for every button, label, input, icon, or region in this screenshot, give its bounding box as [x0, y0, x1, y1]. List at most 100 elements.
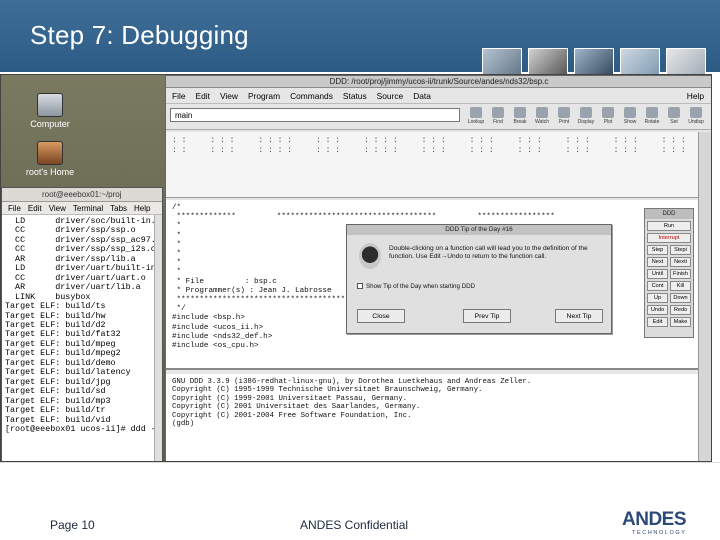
ddd-menu-data[interactable]: Data [413, 88, 431, 103]
debugger-console[interactable]: GNU DDD 3.3.9 (i386-redhat-linux-gnu), b… [166, 374, 698, 461]
tool-button-label: Break [513, 119, 527, 125]
next-tip-button[interactable]: Next Tip [555, 309, 603, 323]
tool-button-plot[interactable]: Plot [598, 106, 618, 128]
plot-icon [602, 107, 614, 118]
lookup-icon [470, 107, 482, 118]
terminal-title: root@eeebox01:~/proj [2, 188, 162, 202]
menu-view[interactable]: View [49, 202, 66, 214]
ddd-menu-commands[interactable]: Commands [290, 88, 333, 103]
tool-button-print[interactable]: Print [554, 106, 574, 128]
debug-screenshot: Computer root's Home root@eeebox01:~/pro… [0, 74, 712, 462]
cmd-button-undo[interactable]: Undo [647, 305, 668, 315]
ddd-menu-source[interactable]: Source [377, 88, 404, 103]
console-line: Copyright (C) 2001 Universitaet des Saar… [172, 403, 421, 412]
cmd-button-interrupt[interactable]: Interrupt [647, 233, 691, 243]
desktop-icon-home[interactable]: root's Home [15, 141, 85, 177]
terminal-window[interactable]: root@eeebox01:~/proj File Edit View Term… [1, 187, 163, 461]
ddd-menu-edit[interactable]: Edit [196, 88, 210, 103]
data-display[interactable]: : : : : : : : : : : : : : : : : : : : : … [166, 132, 698, 198]
ddd-menu-program[interactable]: Program [248, 88, 280, 103]
print-icon [558, 107, 570, 118]
desktop-icon-label: Computer [30, 119, 70, 129]
close-button[interactable]: Close [357, 309, 405, 323]
source-line: #include <os_cpu.h> [172, 342, 259, 351]
andes-logo: ANDES TECHNOLOGY [622, 510, 696, 538]
show-icon [624, 107, 636, 118]
tool-button-break[interactable]: Break [510, 106, 530, 128]
slide-title: Step 7: Debugging [30, 20, 249, 50]
command-tool-title: DDD [645, 209, 693, 219]
ddd-menubar: File Edit View Program Commands Status S… [166, 88, 711, 104]
desktop-icon-computer[interactable]: Computer [15, 93, 85, 129]
tool-button-label: Rotate [644, 119, 660, 125]
ddd-scrollbar[interactable] [698, 132, 711, 461]
console-line: Copyright (C) 1999-2001 Universitaet Pas… [172, 394, 408, 403]
command-tool: DDD Run Interrupt Step Stepi Next Nexti Until F… [644, 208, 694, 338]
slide: Step 7: Debugging Computer root's Home r… [0, 0, 720, 540]
cmd-button-until[interactable]: Until [647, 269, 668, 279]
menu-tabs[interactable]: Tabs [110, 202, 127, 214]
menu-edit[interactable]: Edit [28, 202, 42, 214]
cmd-button-next[interactable]: Next [647, 257, 668, 267]
data-display-line: : : : : : : : : : : : : : : : : : : : : … [172, 136, 686, 145]
terminal-output[interactable]: LD driver/soc/built-in.o CC driver/ssp/s… [2, 215, 162, 461]
cmd-button-run[interactable]: Run [647, 221, 691, 231]
logo-wordmark: ANDES [622, 509, 687, 530]
tool-button-display[interactable]: Display [576, 106, 596, 128]
cmd-button-make[interactable]: Make [670, 317, 691, 327]
tool-button-watch[interactable]: Watch [532, 106, 552, 128]
command-tool-buttons: Run Interrupt Step Stepi Next Nexti Until Finis… [645, 219, 693, 329]
page-number: Page 10 [50, 518, 95, 532]
ddd-toolbar: main Lookup Find Break Watch Print Display Plo… [166, 104, 711, 130]
ddd-window[interactable]: DDD: /root/proj/jimmy/ucos-ii/trunk/Sour… [165, 75, 711, 461]
show-tip-checkbox[interactable]: Show Tip of the Day when starting DDD [357, 283, 475, 290]
terminal-scrollbar[interactable] [154, 215, 162, 461]
tool-button-label: Plot [603, 119, 613, 125]
watch-icon [536, 107, 548, 118]
source-line: /* [172, 204, 182, 212]
cmd-button-edit[interactable]: Edit [647, 317, 668, 327]
cmd-button-finish[interactable]: Finish [670, 269, 691, 279]
cmd-button-cont[interactable]: Cont [647, 281, 668, 291]
footer-divider [0, 462, 720, 463]
menu-file[interactable]: File [8, 202, 21, 214]
tool-button-label: Display [577, 119, 595, 125]
terminal-line: [root@eeebox01 ucos-ii]# ddd --deb [5, 423, 162, 434]
tool-button-show[interactable]: Show [620, 106, 640, 128]
tip-dialog-title: DDD Tip of the Day #16 [347, 225, 611, 235]
menu-terminal[interactable]: Terminal [73, 202, 103, 214]
ddd-menu-help[interactable]: Help [687, 88, 704, 103]
tool-button-find[interactable]: Find [488, 106, 508, 128]
tool-button-rotate[interactable]: Rotate [642, 106, 662, 128]
ddd-menu-view[interactable]: View [220, 88, 238, 103]
ddd-menu-file[interactable]: File [172, 88, 186, 103]
source-line: ************* **************************… [172, 213, 555, 222]
cmd-button-step[interactable]: Step [647, 245, 668, 255]
cmd-button-kill[interactable]: Kill [670, 281, 691, 291]
prev-tip-button[interactable]: Prev Tip [463, 309, 511, 323]
argument-field[interactable]: main [170, 108, 460, 122]
console-line: GNU DDD 3.3.9 (i386-redhat-linux-gnu), b… [172, 378, 532, 386]
undisp-icon [690, 107, 702, 118]
menu-help[interactable]: Help [134, 202, 150, 214]
tool-button-set[interactable]: Set [664, 106, 684, 128]
confidential-label: ANDES Confidential [300, 518, 409, 532]
tool-button-label: Watch [535, 119, 549, 125]
cmd-button-redo[interactable]: Redo [670, 305, 691, 315]
ddd-menu-status[interactable]: Status [343, 88, 367, 103]
tool-button-label: Undisp [688, 119, 704, 125]
tip-button-row: Close Prev Tip Next Tip [355, 309, 605, 325]
tool-button-label: Set [670, 119, 678, 125]
break-icon [514, 107, 526, 118]
cmd-button-up[interactable]: Up [647, 293, 668, 303]
cmd-button-stepi[interactable]: Stepi [670, 245, 691, 255]
set-icon [668, 107, 680, 118]
cmd-button-down[interactable]: Down [670, 293, 691, 303]
cmd-button-nexti[interactable]: Nexti [670, 257, 691, 267]
checkbox-icon[interactable] [357, 283, 363, 289]
tool-button-lookup[interactable]: Lookup [466, 106, 486, 128]
find-icon [492, 107, 504, 118]
tool-button-undisp[interactable]: Undisp [686, 106, 706, 128]
ddd-title: DDD: /root/proj/jimmy/ucos-ii/trunk/Sour… [166, 76, 711, 88]
desktop-icon-label: root's Home [25, 167, 75, 177]
